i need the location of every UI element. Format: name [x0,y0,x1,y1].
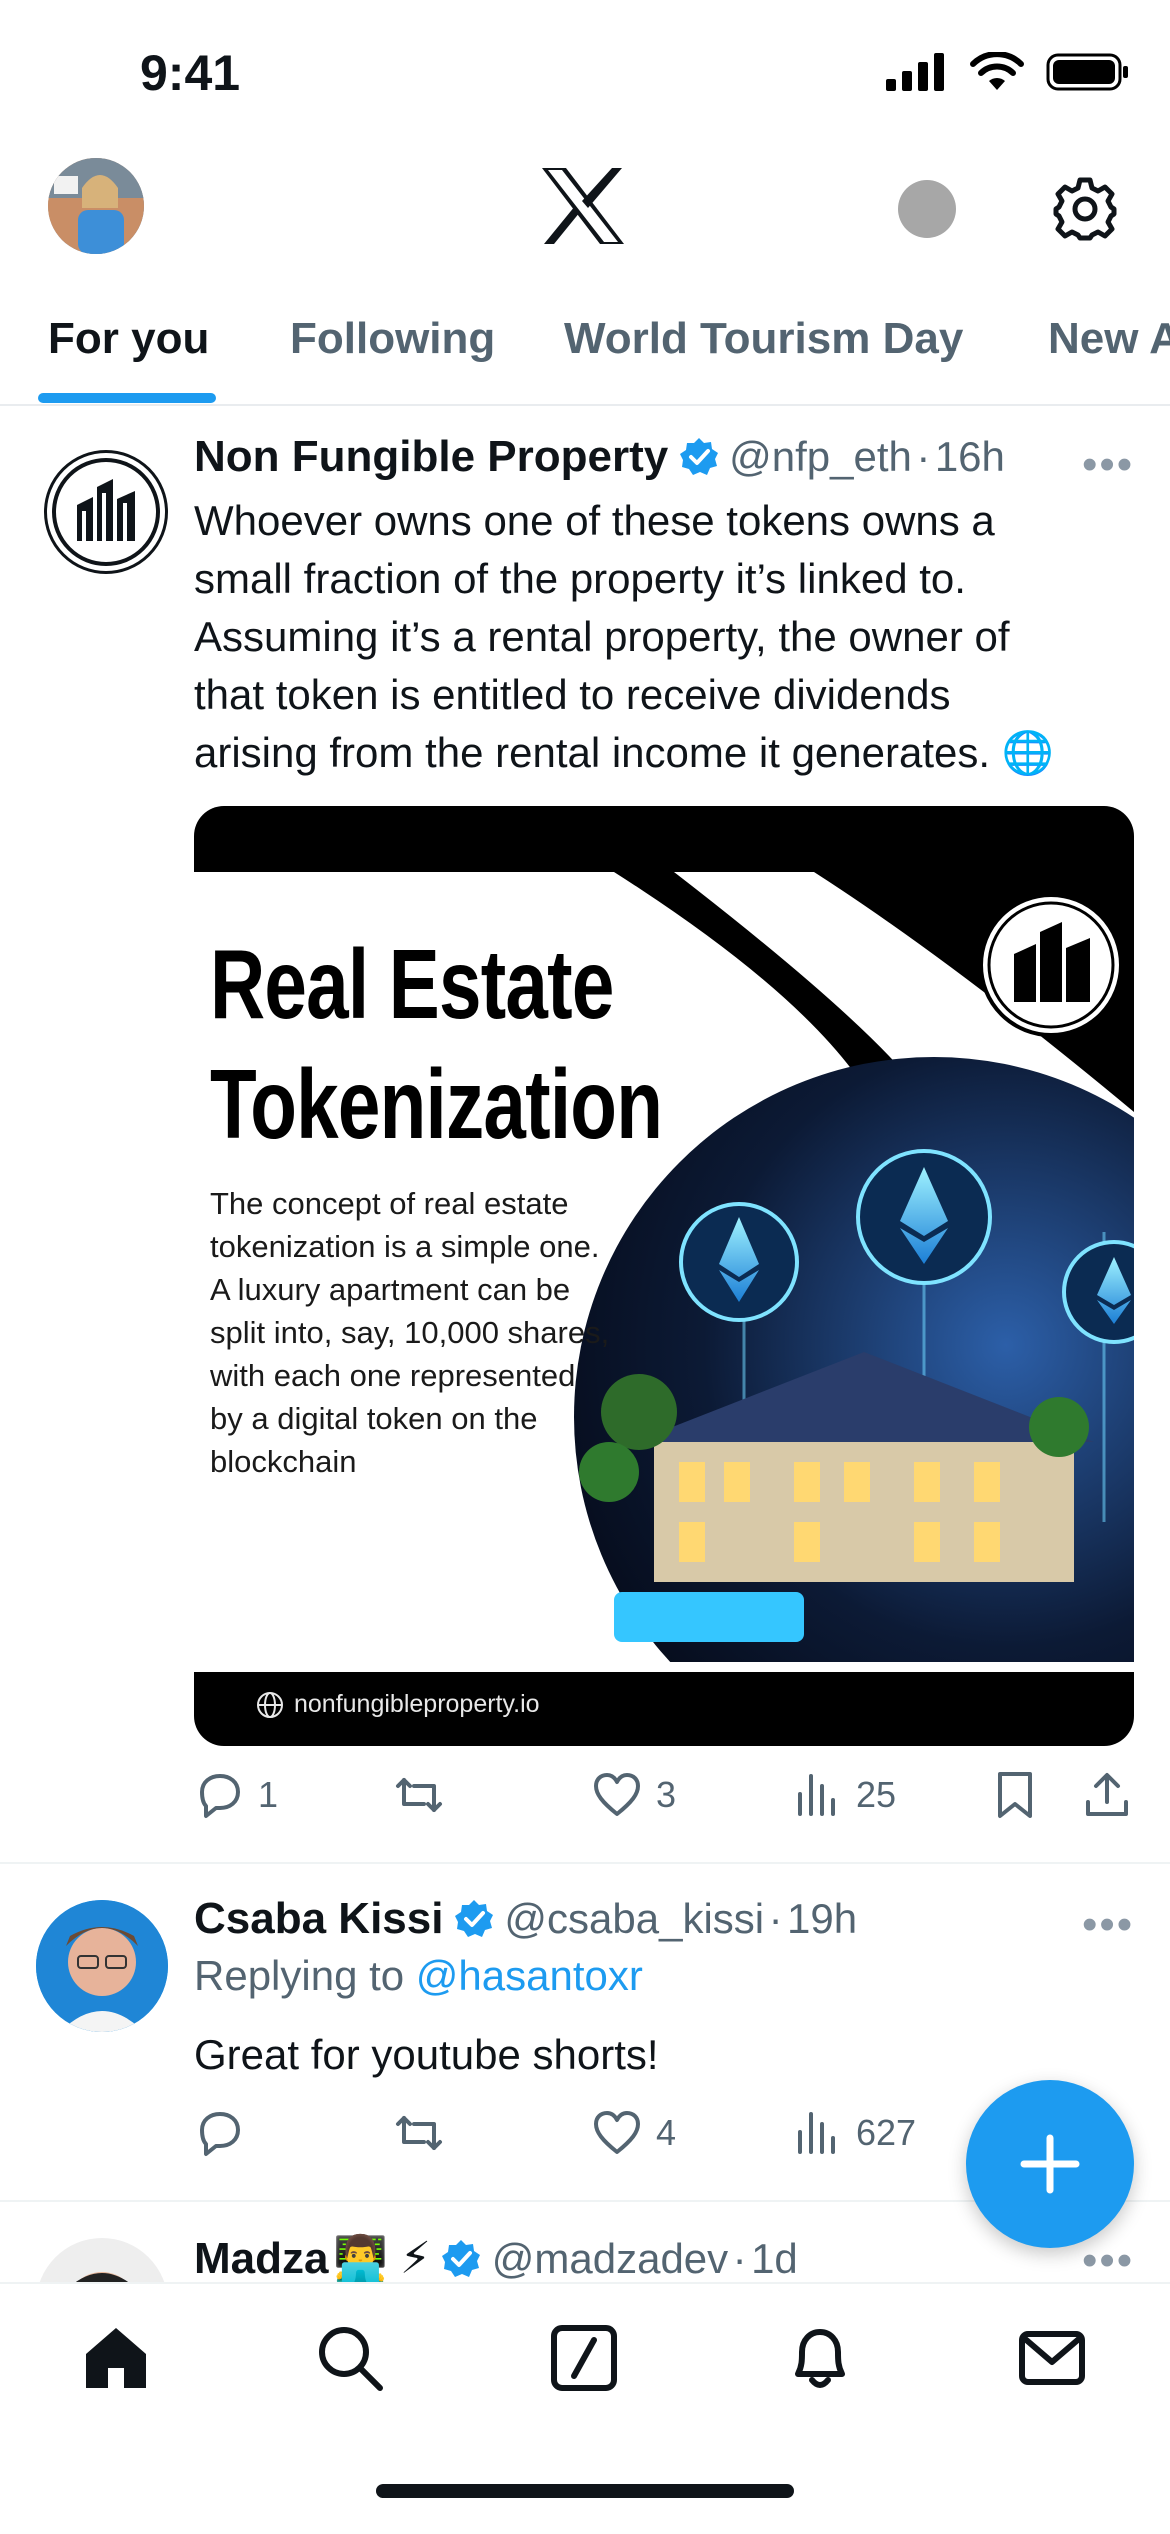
tweet-separator: · [732,2235,747,2282]
repost-icon [396,2116,442,2150]
tweet-header: Madza 👨‍💻 ⚡ @madzadev · 1d [194,2232,1094,2284]
views-button[interactable]: 25 [792,1770,896,1820]
mail-icon[interactable] [1016,2322,1088,2394]
bookmark-icon [998,1772,1032,1818]
reply-button[interactable]: 1 [194,1770,278,1820]
repost-button[interactable] [394,2108,458,2158]
tweet-handle[interactable]: @nfp_eth [729,433,912,480]
tweet-separator: · [916,433,931,480]
views-button[interactable]: 627 [792,2108,916,2158]
views-count: 25 [856,1774,897,1815]
tweet-header: Non Fungible Property @nfp_eth · 16h [194,432,1094,482]
views-icon [798,1774,835,1816]
reply-icon [200,2112,240,2156]
x-logo-icon [542,168,624,244]
media-footer: nonfungibleproperty.io [256,1690,540,1719]
tweet-author-name[interactable]: Csaba Kissi [194,1894,443,1943]
verified-icon [679,438,718,475]
tweet-text-line: that token is entitled to receive divide… [194,671,951,718]
views-icon [798,2112,835,2154]
battery-icon [1046,53,1128,91]
tweet-text: Whoever owns one of these tokens owns a … [194,492,1134,782]
tweet-avatar[interactable] [36,1900,168,2032]
more-icon[interactable]: ••• [1082,440,1134,490]
tweet-media-image[interactable]: Real Estate Tokenization The concept of … [194,806,1134,1746]
plus-icon [1020,2134,1080,2194]
like-icon [594,2111,640,2154]
tab-for-you[interactable]: For you [48,314,209,364]
brand-logo-icon [979,893,1123,1037]
like-button[interactable]: 4 [592,2108,676,2158]
tweet-time[interactable]: 19h [787,1895,857,1942]
globe-emoji: 🌐 [1001,729,1055,776]
status-time: 9:41 [140,45,241,101]
more-icon[interactable]: ••• [1082,1900,1134,1950]
tweet-text-line: Assuming it’s a rental property, the own… [194,613,1010,660]
tweet-time[interactable]: 1d [751,2235,798,2282]
active-tab-indicator [38,393,216,403]
reply-button[interactable] [194,2108,258,2158]
media-footer-url: nonfungibleproperty.io [294,1690,540,1718]
tweet-time[interactable]: 16h [935,433,1005,480]
media-graphic: Real Estate Tokenization The concept of … [194,872,1134,1672]
reply-count: 1 [258,1774,279,1815]
tweet-header: Csaba Kissi @csaba_kissi · 19h [194,1894,1094,1944]
tab-new[interactable]: New A [1048,314,1170,364]
bell-icon[interactable] [784,2322,856,2394]
replying-to: Replying to @hasantoxr [194,1952,643,1999]
tweet-text-line: Whoever owns one of these tokens owns a [194,497,995,544]
verified-icon [454,1900,493,1937]
home-indicator [376,2484,794,2498]
tab-following[interactable]: Following [290,314,495,364]
tweet-separator: · [768,1895,783,1942]
gear-icon[interactable] [1052,176,1118,242]
media-description: The concept of real estate tokenization … [210,1186,610,1479]
verified-icon [442,2240,481,2277]
home-icon[interactable] [80,2322,152,2394]
like-icon [594,1773,640,1816]
tweet-handle[interactable]: @csaba_kissi [504,1895,764,1942]
tweet-author-name[interactable]: Non Fungible Property [194,432,668,481]
tweet-handle[interactable]: @madzadev [492,2235,728,2282]
globe-icon [257,1691,283,1718]
compose-icon[interactable] [548,2322,620,2394]
repost-icon [396,1778,442,1812]
tweet-text: Great for youtube shorts! [194,2031,659,2078]
tweet-divider [0,1862,1170,1864]
profile-avatar[interactable] [48,158,144,254]
reply-icon [200,1774,240,1818]
replying-to-link[interactable]: @hasantoxr [416,1952,643,1999]
like-button[interactable]: 3 [592,1770,676,1820]
views-count: 627 [856,2112,917,2153]
status-dot [898,180,956,238]
signal-icon [886,53,944,91]
compose-fab-button[interactable] [966,2080,1134,2248]
search-icon[interactable] [314,2322,386,2394]
bookmark-button[interactable] [990,1770,1040,1820]
tweet-text-line: arising from the rental income it genera… [194,729,991,776]
tweet-text-line: small fraction of the property it’s link… [194,555,966,602]
share-button[interactable] [1082,1770,1132,1820]
tweet-author-name[interactable]: Madza [194,2234,328,2283]
tab-world-tourism-day[interactable]: World Tourism Day [564,314,963,364]
like-count: 3 [656,1774,677,1815]
wifi-icon [970,52,1024,90]
timeline-tabs: For you Following World Tourism Day New … [0,300,1170,406]
share-icon [1086,1773,1128,1816]
status-icons [886,52,1130,92]
name-emoji: 👨‍💻 ⚡ [332,2234,431,2283]
tweet-avatar[interactable] [44,450,168,574]
like-count: 4 [656,2112,677,2153]
repost-button[interactable] [394,1770,458,1820]
media-title: Real Estate Tokenization [210,929,663,1159]
